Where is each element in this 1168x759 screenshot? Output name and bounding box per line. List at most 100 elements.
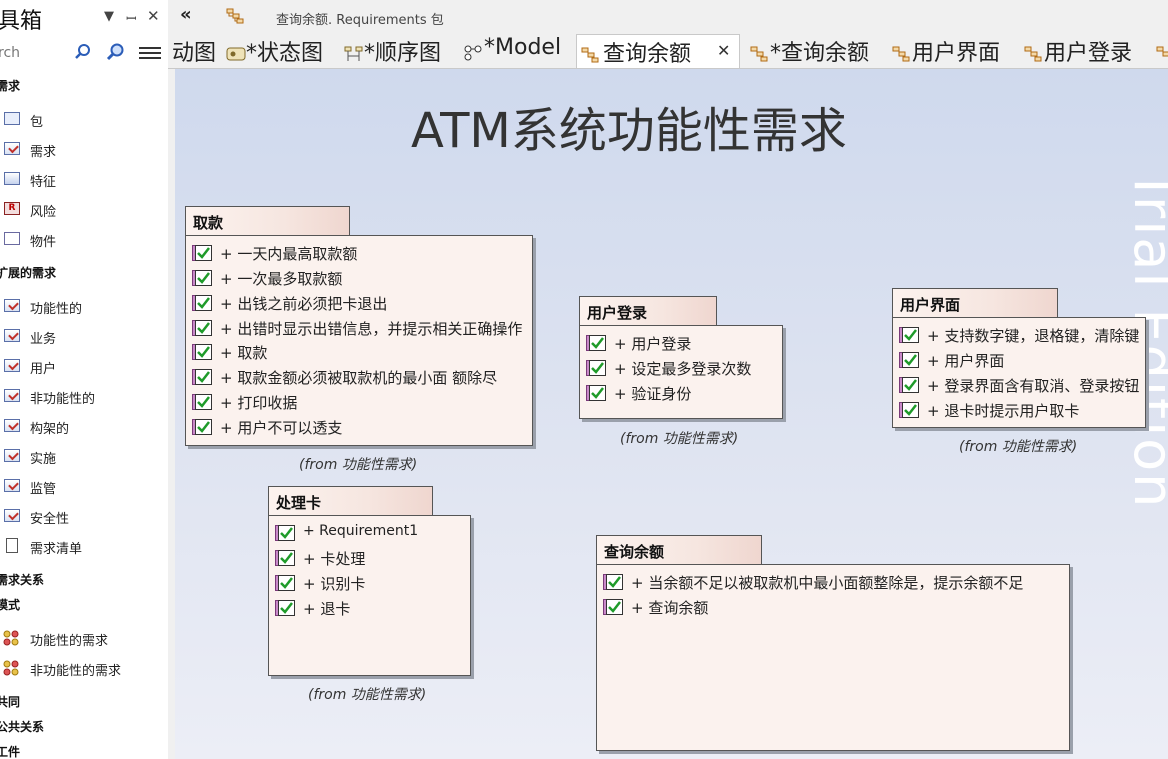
requirement-check-icon — [603, 574, 623, 590]
package-name-tab: 用户界面 — [892, 288, 1058, 318]
requirement-check-icon — [899, 377, 919, 393]
collapse-left-icon[interactable]: « — [180, 4, 192, 25]
toolbox-title: 具箱 — [0, 9, 43, 34]
requirement-check-icon — [275, 550, 295, 566]
requirement-check-icon — [192, 245, 212, 261]
toolbox-panel: 具箱 ▼ ꟷ ✕ 需求 包 需求 特征 R风险 物件 扩展的需求 功能性的 业务… — [0, 0, 169, 759]
requirement-icon — [4, 299, 20, 312]
search-icon[interactable] — [74, 43, 92, 65]
artifact-icon — [4, 232, 20, 245]
requirement-icon — [4, 479, 20, 492]
package-source-label: (from 功能性需求) — [959, 439, 1078, 455]
toolbox-item-package[interactable]: 包 — [0, 108, 166, 130]
requirement-check-icon — [275, 600, 295, 616]
requirement-check-icon — [192, 419, 212, 435]
toolbox-group-requirements[interactable]: 需求 — [0, 77, 20, 94]
requirement-check-icon — [192, 295, 212, 311]
package-body: + Requirement1 + 卡处理 + 识别卡 + 退卡 — [268, 515, 471, 676]
toolbox-item-regulatory[interactable]: 监管 — [0, 475, 166, 497]
toolbox-item-functional-pattern[interactable]: 功能性的需求 — [0, 627, 166, 649]
package-diagram-icon — [581, 44, 599, 68]
find-icon[interactable] — [106, 42, 126, 66]
pattern-icon — [2, 659, 20, 677]
close-tab-icon[interactable]: ✕ — [717, 41, 730, 60]
feature-icon — [4, 172, 20, 185]
toolbox-item-feature[interactable]: 特征 — [0, 168, 166, 190]
pattern-icon — [2, 629, 20, 647]
requirement-icon — [4, 449, 20, 462]
package-name-tab: 查询余额 — [596, 535, 762, 565]
toolbox-group-common[interactable]: 共同 — [0, 693, 20, 710]
search-input[interactable] — [0, 42, 70, 64]
toolbox-group-artifacts[interactable]: 工件 — [0, 743, 20, 759]
package-diagram-icon — [750, 43, 768, 68]
dropdown-icon[interactable]: ▼ — [104, 9, 114, 24]
package-body: + 支持数字键，退格键，清除键 + 用户界面 + 登录界面含有取消、登录按钮 +… — [892, 317, 1146, 428]
diagram-tabbar: 动图 *状态图 *顺序图 *Model 查询余额 ✕ *查询余额 用户界面 用户… — [168, 34, 1168, 69]
package-diagram-icon — [1024, 43, 1042, 68]
toolbox-group-requirement-relationships[interactable]: 需求关系 — [0, 571, 44, 588]
tab-check-balance[interactable]: 查询余额 ✕ — [576, 34, 740, 68]
pin-icon[interactable]: ꟷ — [126, 9, 137, 27]
toolbox-search — [0, 40, 102, 66]
requirement-check-icon — [192, 394, 212, 410]
toolbox-item-security[interactable]: 安全性 — [0, 505, 166, 527]
toolbox-item-artifact[interactable]: 物件 — [0, 228, 166, 250]
requirement-check-icon — [192, 344, 212, 360]
menu-icon[interactable] — [139, 44, 161, 62]
toolbox-header: 具箱 ▼ ꟷ ✕ — [0, 0, 168, 36]
close-icon[interactable]: ✕ — [147, 7, 160, 25]
package-icon — [4, 112, 20, 125]
requirement-check-icon — [586, 360, 606, 376]
sequence-diagram-icon — [344, 43, 364, 68]
toolbox-item-implementation[interactable]: 实施 — [0, 445, 166, 467]
toolbox-group-extended-requirements[interactable]: 扩展的需求 — [0, 264, 56, 281]
package-diagram-icon — [226, 8, 244, 28]
toolbox-item-nonfunctional[interactable]: 非功能性的 — [0, 385, 166, 407]
package-body: + 一天内最高取款额 + 一次最多取款额 + 出钱之前必须把卡退出 + 出错时显… — [185, 235, 533, 446]
requirement-icon — [4, 142, 20, 155]
toolbox-group-common-relationships[interactable]: 公共关系 — [0, 718, 44, 735]
toolbox-group-patterns[interactable]: 模式 — [0, 596, 20, 613]
package-source-label: (from 功能性需求) — [299, 457, 418, 473]
requirement-check-icon — [586, 385, 606, 401]
document-header: « 查询余额. Requirements 包 — [168, 0, 1168, 34]
diagram-title[interactable]: ATM系统功能性需求 — [411, 91, 847, 161]
requirement-check-icon — [603, 599, 623, 615]
toolbox-item-user[interactable]: 用户 — [0, 355, 166, 377]
requirement-icon — [4, 359, 20, 372]
requirement-check-icon — [899, 402, 919, 418]
requirement-icon — [4, 419, 20, 432]
requirement-icon — [4, 389, 20, 402]
toolbox-item-architectural[interactable]: 构架的 — [0, 415, 166, 437]
requirement-icon — [4, 509, 20, 522]
requirement-check-icon — [899, 327, 919, 343]
toolbox-item-business[interactable]: 业务 — [0, 325, 166, 347]
package-diagram-icon — [1156, 43, 1168, 68]
toolbox-item-requirement-list[interactable]: 需求清单 — [0, 535, 166, 557]
requirement-icon — [4, 329, 20, 342]
toolbox-item-risk[interactable]: R 风险 — [0, 198, 166, 220]
requirement-check-icon — [192, 320, 212, 336]
package-name-tab: 取款 — [185, 206, 350, 236]
requirement-check-icon — [275, 575, 295, 591]
state-diagram-icon — [226, 43, 246, 68]
package-source-label: (from 功能性需求) — [308, 687, 427, 703]
requirement-check-icon — [899, 352, 919, 368]
package-name-tab: 处理卡 — [268, 486, 433, 516]
requirement-check-icon — [586, 335, 606, 351]
package-body: + 当余额不足以被取款机中最小面额整除是，提示余额不足 + 查询余额 — [596, 564, 1070, 751]
list-icon — [6, 538, 18, 553]
package-diagram-icon — [892, 43, 910, 68]
toolbox-item-functional[interactable]: 功能性的 — [0, 295, 166, 317]
diagram-canvas[interactable]: ATM系统功能性需求 Trial Edition 取款 + 一天内最高取款额 +… — [175, 69, 1168, 759]
package-source-label: (from 功能性需求) — [620, 431, 739, 447]
canvas-gutter — [168, 69, 175, 759]
breadcrumb: 查询余额. Requirements 包 — [276, 13, 444, 28]
requirement-check-icon — [192, 270, 212, 286]
risk-icon: R — [4, 202, 20, 215]
requirement-check-icon — [192, 369, 212, 385]
toolbox-item-nonfunctional-pattern[interactable]: 非功能性的需求 — [0, 657, 166, 679]
package-body: + 用户登录 + 设定最多登录次数 + 验证身份 — [579, 325, 783, 419]
toolbox-item-requirement[interactable]: 需求 — [0, 138, 166, 160]
